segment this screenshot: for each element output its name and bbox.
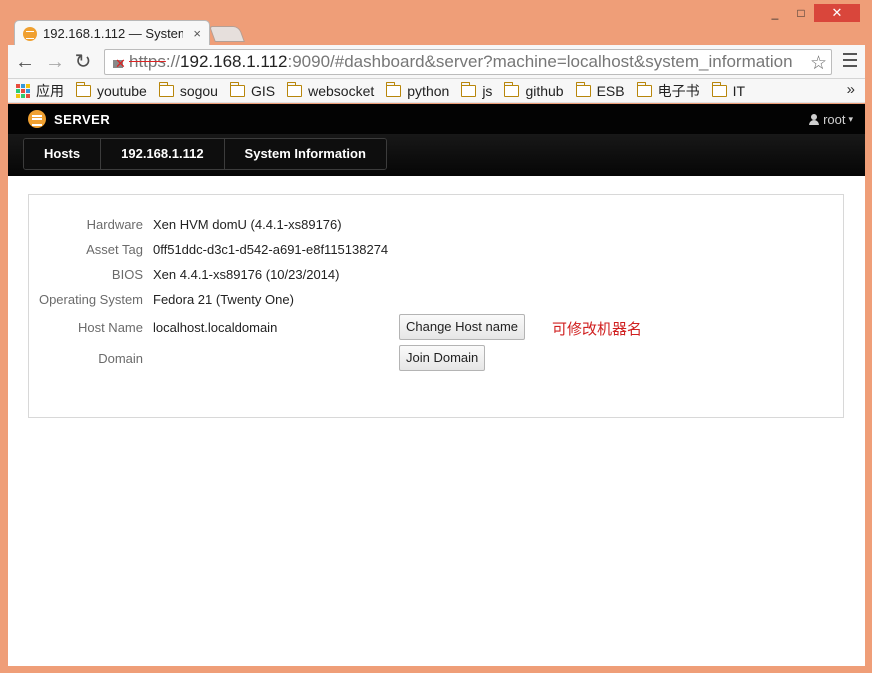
bookmark-js[interactable]: js (461, 81, 492, 99)
bios-row: BIOS Xen 4.4.1-xs89176 (10/23/2014) (29, 264, 340, 284)
annotation-note: 可修改机器名 (552, 321, 643, 338)
bookmark-gis[interactable]: GIS (229, 81, 275, 99)
asset-tag-label: Asset Tag (86, 241, 143, 257)
bookmark-esb[interactable]: ESB (575, 81, 625, 99)
tab-title: 192.168.1.112 — System Information (43, 26, 183, 41)
breadcrumb-system-information[interactable]: System Information (224, 139, 386, 169)
breadcrumb-bar: Hosts 192.168.1.112 System Information (8, 134, 865, 176)
folder-icon (504, 81, 520, 97)
browser-tab-active[interactable]: 192.168.1.112 — System Information × (14, 20, 210, 46)
folder-icon (386, 81, 402, 97)
close-window-button[interactable]: ✕ (814, 4, 860, 22)
tab-close-icon[interactable]: × (193, 26, 201, 41)
folder-icon (76, 81, 91, 97)
breadcrumb: Hosts 192.168.1.112 System Information (23, 138, 387, 170)
hardware-label: Hardware (86, 216, 143, 232)
browser-window: _ □ ✕ 192.168.1.112 — System Information… (0, 0, 872, 673)
os-value: Fedora 21 (Twenty One) (153, 291, 294, 307)
folder-icon (287, 81, 303, 97)
host-name-row: Host Name localhost.localdomain (29, 317, 277, 337)
back-button[interactable]: ← (14, 51, 36, 73)
folder-icon (636, 81, 652, 97)
bookmark-github[interactable]: github (504, 81, 564, 99)
system-info-panel: Hardware Xen HVM domU (4.4.1-xs89176) As… (28, 194, 844, 418)
browser-toolbar: ← → ↻ ✕ https://192.168.1.112:9090/#dash… (8, 45, 865, 79)
user-name: root (823, 112, 846, 127)
host-name-label: Host Name (77, 319, 143, 335)
window-controls: _ □ ✕ (762, 4, 860, 22)
bookmark-websocket[interactable]: websocket (287, 81, 374, 99)
forward-button[interactable]: → (44, 51, 66, 73)
asset-tag-row: Asset Tag 0ff51ddc-d3c1-d542-a691-e8f115… (29, 239, 388, 259)
apps-icon (16, 83, 30, 98)
cockpit-logo-icon (28, 110, 46, 128)
host-name-value: localhost.localdomain (153, 319, 278, 335)
bookmarks-bar: 应用 youtube sogou GIS websocket python js… (8, 79, 865, 103)
asset-tag-value: 0ff51ddc-d3c1-d542-a691-e8f115138274 (153, 241, 389, 257)
folder-icon (461, 81, 477, 97)
domain-label: Domain (98, 350, 143, 366)
breadcrumb-hosts[interactable]: Hosts (24, 139, 102, 169)
user-menu[interactable]: root ▾ (809, 112, 853, 127)
maximize-button[interactable]: □ (788, 4, 814, 22)
new-tab-button[interactable] (209, 26, 245, 42)
os-row: Operating System Fedora 21 (Twenty One) (29, 289, 294, 309)
bookmark-python[interactable]: python (386, 81, 449, 99)
bookmark-ebooks[interactable]: 电子书 (636, 81, 700, 101)
user-icon (809, 114, 820, 125)
bookmark-apps[interactable]: 应用 (16, 81, 64, 101)
reload-button[interactable]: ↻ (72, 51, 94, 73)
domain-row: Domain (29, 348, 153, 368)
folder-icon (575, 81, 591, 97)
main-content: Hardware Xen HVM domU (4.4.1-xs89176) As… (8, 176, 865, 666)
bookmark-star-icon[interactable]: ☆ (806, 52, 827, 74)
brand-title: SERVER (54, 111, 111, 127)
cockpit-favicon-icon (23, 26, 37, 41)
address-bar[interactable]: ✕ https://192.168.1.112:9090/#dashboard&… (104, 49, 832, 75)
brand[interactable]: SERVER (28, 110, 110, 128)
insecure-lock-icon[interactable]: ✕ (111, 55, 126, 71)
folder-icon (229, 81, 245, 97)
join-domain-button[interactable]: Join Domain (399, 345, 486, 371)
hardware-value: Xen HVM domU (4.4.1-xs89176) (153, 216, 342, 232)
bios-value: Xen 4.4.1-xs89176 (10/23/2014) (153, 266, 340, 282)
bookmark-it[interactable]: IT (711, 81, 745, 99)
folder-icon (711, 81, 727, 97)
url-text: https://192.168.1.112:9090/#dashboard&se… (129, 52, 793, 71)
bookmark-youtube[interactable]: youtube (76, 81, 147, 99)
bios-label: BIOS (111, 266, 143, 282)
hardware-row: Hardware Xen HVM domU (4.4.1-xs89176) (29, 214, 342, 234)
change-host-name-button[interactable]: Change Host name (399, 314, 526, 340)
bookmarks-overflow-button[interactable]: » (847, 81, 855, 98)
folder-icon (158, 81, 174, 97)
chevron-down-icon: ▾ (848, 114, 853, 124)
bookmark-sogou[interactable]: sogou (158, 81, 218, 99)
cockpit-header: SERVER root ▾ (8, 104, 865, 134)
minimize-button[interactable]: _ (762, 4, 788, 22)
browser-menu-icon[interactable] (843, 53, 857, 71)
os-label: Operating System (38, 291, 143, 307)
breadcrumb-host[interactable]: 192.168.1.112 (101, 139, 225, 169)
